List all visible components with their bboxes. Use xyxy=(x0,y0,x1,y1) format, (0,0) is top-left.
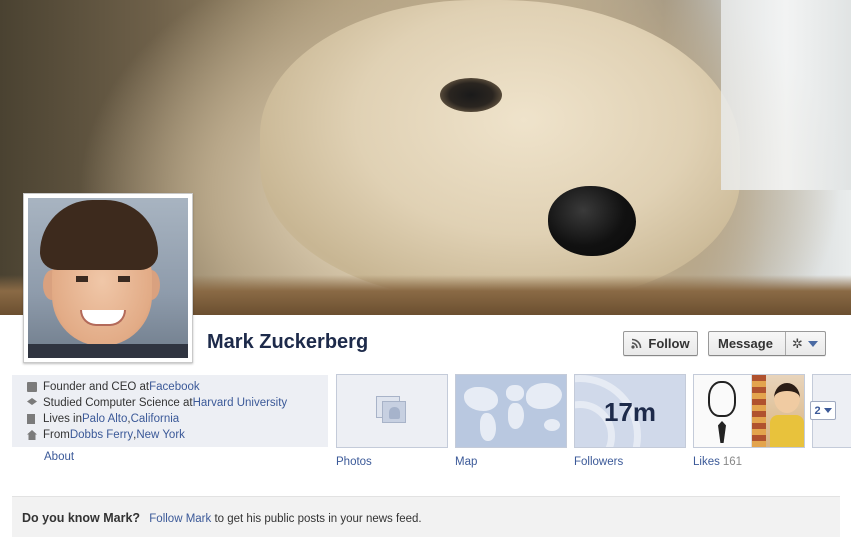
liked-page-photo xyxy=(752,375,804,447)
current-city-row: Lives in Palo Alto , California xyxy=(27,411,328,427)
likes-label[interactable]: Likes xyxy=(693,456,720,468)
profile-picture[interactable] xyxy=(23,193,193,363)
options-dropdown[interactable]: ✲ xyxy=(786,336,818,352)
work-text: Founder and CEO at xyxy=(43,381,150,393)
building-icon xyxy=(27,414,35,424)
home-state-link[interactable]: New York xyxy=(136,429,185,441)
likes-label-group: Likes 161 xyxy=(693,456,742,468)
liked-page-sketch xyxy=(694,375,752,447)
follow-prompt: Do you know Mark? Follow Mark to get his… xyxy=(12,496,840,537)
cover-dog-eye xyxy=(440,78,502,112)
prompt-question: Do you know Mark? xyxy=(22,511,141,525)
graduation-cap-icon xyxy=(27,398,37,405)
profile-photo xyxy=(28,198,188,358)
lives-text: Lives in xyxy=(43,413,82,425)
education-row: Studied Computer Science at Harvard Univ… xyxy=(27,395,328,411)
photos-tile[interactable] xyxy=(336,374,448,448)
education-text: Studied Computer Science at xyxy=(43,397,193,409)
more-count: 2 xyxy=(814,404,821,417)
message-button-group: Message ✲ xyxy=(708,331,826,356)
map-label[interactable]: Map xyxy=(455,456,477,468)
chevron-down-icon xyxy=(807,340,818,347)
state-link[interactable]: California xyxy=(131,413,180,425)
cover-dog-nose xyxy=(548,186,636,256)
gear-icon: ✲ xyxy=(792,335,803,351)
employer-link[interactable]: Facebook xyxy=(149,381,200,393)
likes-tile[interactable] xyxy=(693,374,805,448)
about-summary: Founder and CEO at Facebook Studied Comp… xyxy=(12,375,328,447)
follow-button-label: Follow xyxy=(648,336,690,351)
photos-label[interactable]: Photos xyxy=(336,456,372,468)
cover-dog-fur xyxy=(260,0,740,300)
from-text: From xyxy=(43,429,70,441)
hometown-link[interactable]: Dobbs Ferry xyxy=(70,429,133,441)
chevron-down-icon xyxy=(823,408,832,413)
followers-tile[interactable]: 17m xyxy=(574,374,686,448)
follow-button[interactable]: Follow xyxy=(623,331,698,356)
message-button[interactable]: Message xyxy=(709,336,785,351)
cover-window xyxy=(721,0,851,190)
map-tile[interactable] xyxy=(455,374,567,448)
rss-icon xyxy=(631,338,642,349)
prompt-text: to get his public posts in your news fee… xyxy=(211,513,422,525)
about-link[interactable]: About xyxy=(44,451,74,463)
briefcase-icon xyxy=(27,382,37,392)
school-link[interactable]: Harvard University xyxy=(193,397,288,409)
follow-link[interactable]: Follow Mark xyxy=(149,513,211,525)
followers-count: 17m xyxy=(603,397,657,427)
house-icon xyxy=(27,430,37,440)
followers-label[interactable]: Followers xyxy=(574,456,623,468)
city-link[interactable]: Palo Alto xyxy=(82,413,127,425)
likes-count: 161 xyxy=(722,456,743,468)
hometown-row: From Dobbs Ferry , New York xyxy=(27,427,328,443)
profile-name[interactable]: Mark Zuckerberg xyxy=(207,331,368,354)
more-tiles-dropdown[interactable]: 2 xyxy=(810,401,836,420)
work-row: Founder and CEO at Facebook xyxy=(27,379,328,395)
photos-icon xyxy=(376,396,406,424)
